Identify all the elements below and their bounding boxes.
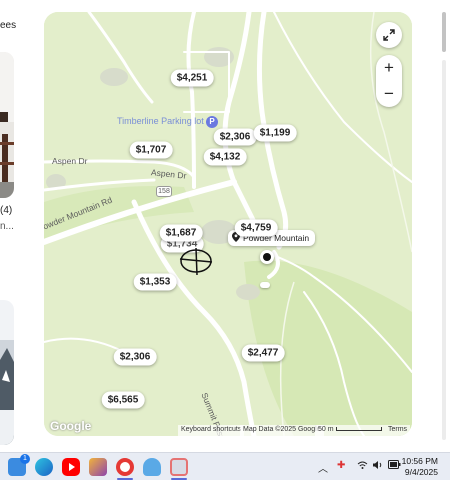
- listing-name: n...: [0, 221, 14, 232]
- price-pin[interactable]: $4,132: [203, 148, 247, 166]
- system-clock[interactable]: 10:56 PM 9/4/2025: [402, 456, 438, 478]
- zoom-control: + −: [376, 55, 402, 107]
- notification-badge: 1: [20, 454, 30, 464]
- chrome-icon[interactable]: [116, 458, 134, 476]
- parking-icon[interactable]: P: [206, 116, 218, 128]
- wifi-icon[interactable]: [357, 460, 368, 473]
- tray-app-icon[interactable]: ✚: [337, 460, 345, 471]
- price-pin[interactable]: $1,687: [159, 224, 203, 242]
- listing-photo-2[interactable]: [0, 300, 14, 445]
- youtube-icon[interactable]: [62, 458, 80, 476]
- taskbar: 1 ︿ ✚ 10:56 PM 9/4/2025: [0, 452, 450, 480]
- news-app-icon[interactable]: [89, 458, 107, 476]
- widgets-icon[interactable]: 1: [8, 454, 30, 476]
- listing-rating: (4): [0, 205, 13, 216]
- keyboard-shortcuts-link[interactable]: Keyboard shortcuts: [178, 425, 245, 436]
- price-pin[interactable]: $2,306: [113, 348, 157, 366]
- map-view[interactable]: Aspen Dr Aspen Dr Powder Mountain Rd 158…: [44, 12, 412, 436]
- clock-time: 10:56 PM: [401, 456, 438, 466]
- fullscreen-button[interactable]: [376, 22, 402, 48]
- listing-partial-text: ees: [0, 20, 17, 31]
- map-scale[interactable]: 50 m: [315, 425, 385, 436]
- map-data-text: Map Data ©2025 Google: [240, 425, 324, 436]
- terms-link[interactable]: Terms: [385, 425, 411, 436]
- fullscreen-icon: [383, 29, 395, 41]
- price-pin[interactable]: $1,353: [133, 273, 177, 291]
- zoom-out-button[interactable]: −: [376, 81, 402, 107]
- price-pin[interactable]: $2,306: [213, 128, 257, 146]
- onedrive-icon[interactable]: [143, 458, 161, 476]
- volume-icon[interactable]: [372, 460, 384, 473]
- price-pin[interactable]: $6,565: [101, 391, 145, 409]
- listing-column: ees (4) n...: [0, 0, 44, 452]
- zoom-in-button[interactable]: +: [376, 55, 402, 81]
- google-logo: Google: [50, 419, 92, 433]
- snipping-tool-icon[interactable]: [170, 458, 188, 476]
- price-pin[interactable]: $4,759: [234, 219, 278, 237]
- poi-label[interactable]: Timberline Parking lot: [117, 116, 204, 126]
- route-shield: 158: [156, 186, 172, 197]
- clock-date: 9/4/2025: [404, 467, 438, 477]
- edge-browser-icon[interactable]: [35, 458, 53, 476]
- listing-photo[interactable]: [0, 52, 14, 198]
- selected-location-dot[interactable]: [260, 250, 274, 264]
- road-label-aspen-dr: Aspen Dr: [52, 156, 88, 166]
- price-pin[interactable]: $1,707: [129, 141, 173, 159]
- price-pin[interactable]: $4,251: [170, 69, 214, 87]
- secondary-location-dot[interactable]: [260, 282, 270, 288]
- scale-bar: [335, 427, 382, 432]
- cursor-icon: [179, 247, 213, 276]
- price-pin[interactable]: $1,199: [253, 124, 297, 142]
- scrollbar-track[interactable]: [442, 60, 446, 440]
- scale-text: 50 m: [318, 426, 334, 433]
- map-base: [44, 12, 412, 436]
- battery-icon[interactable]: [388, 460, 401, 472]
- scrollbar-thumb[interactable]: [442, 12, 446, 52]
- tray-overflow-icon[interactable]: ︿: [318, 460, 328, 475]
- page-scrollbar-area: [412, 0, 450, 452]
- price-pin[interactable]: $2,477: [241, 344, 285, 362]
